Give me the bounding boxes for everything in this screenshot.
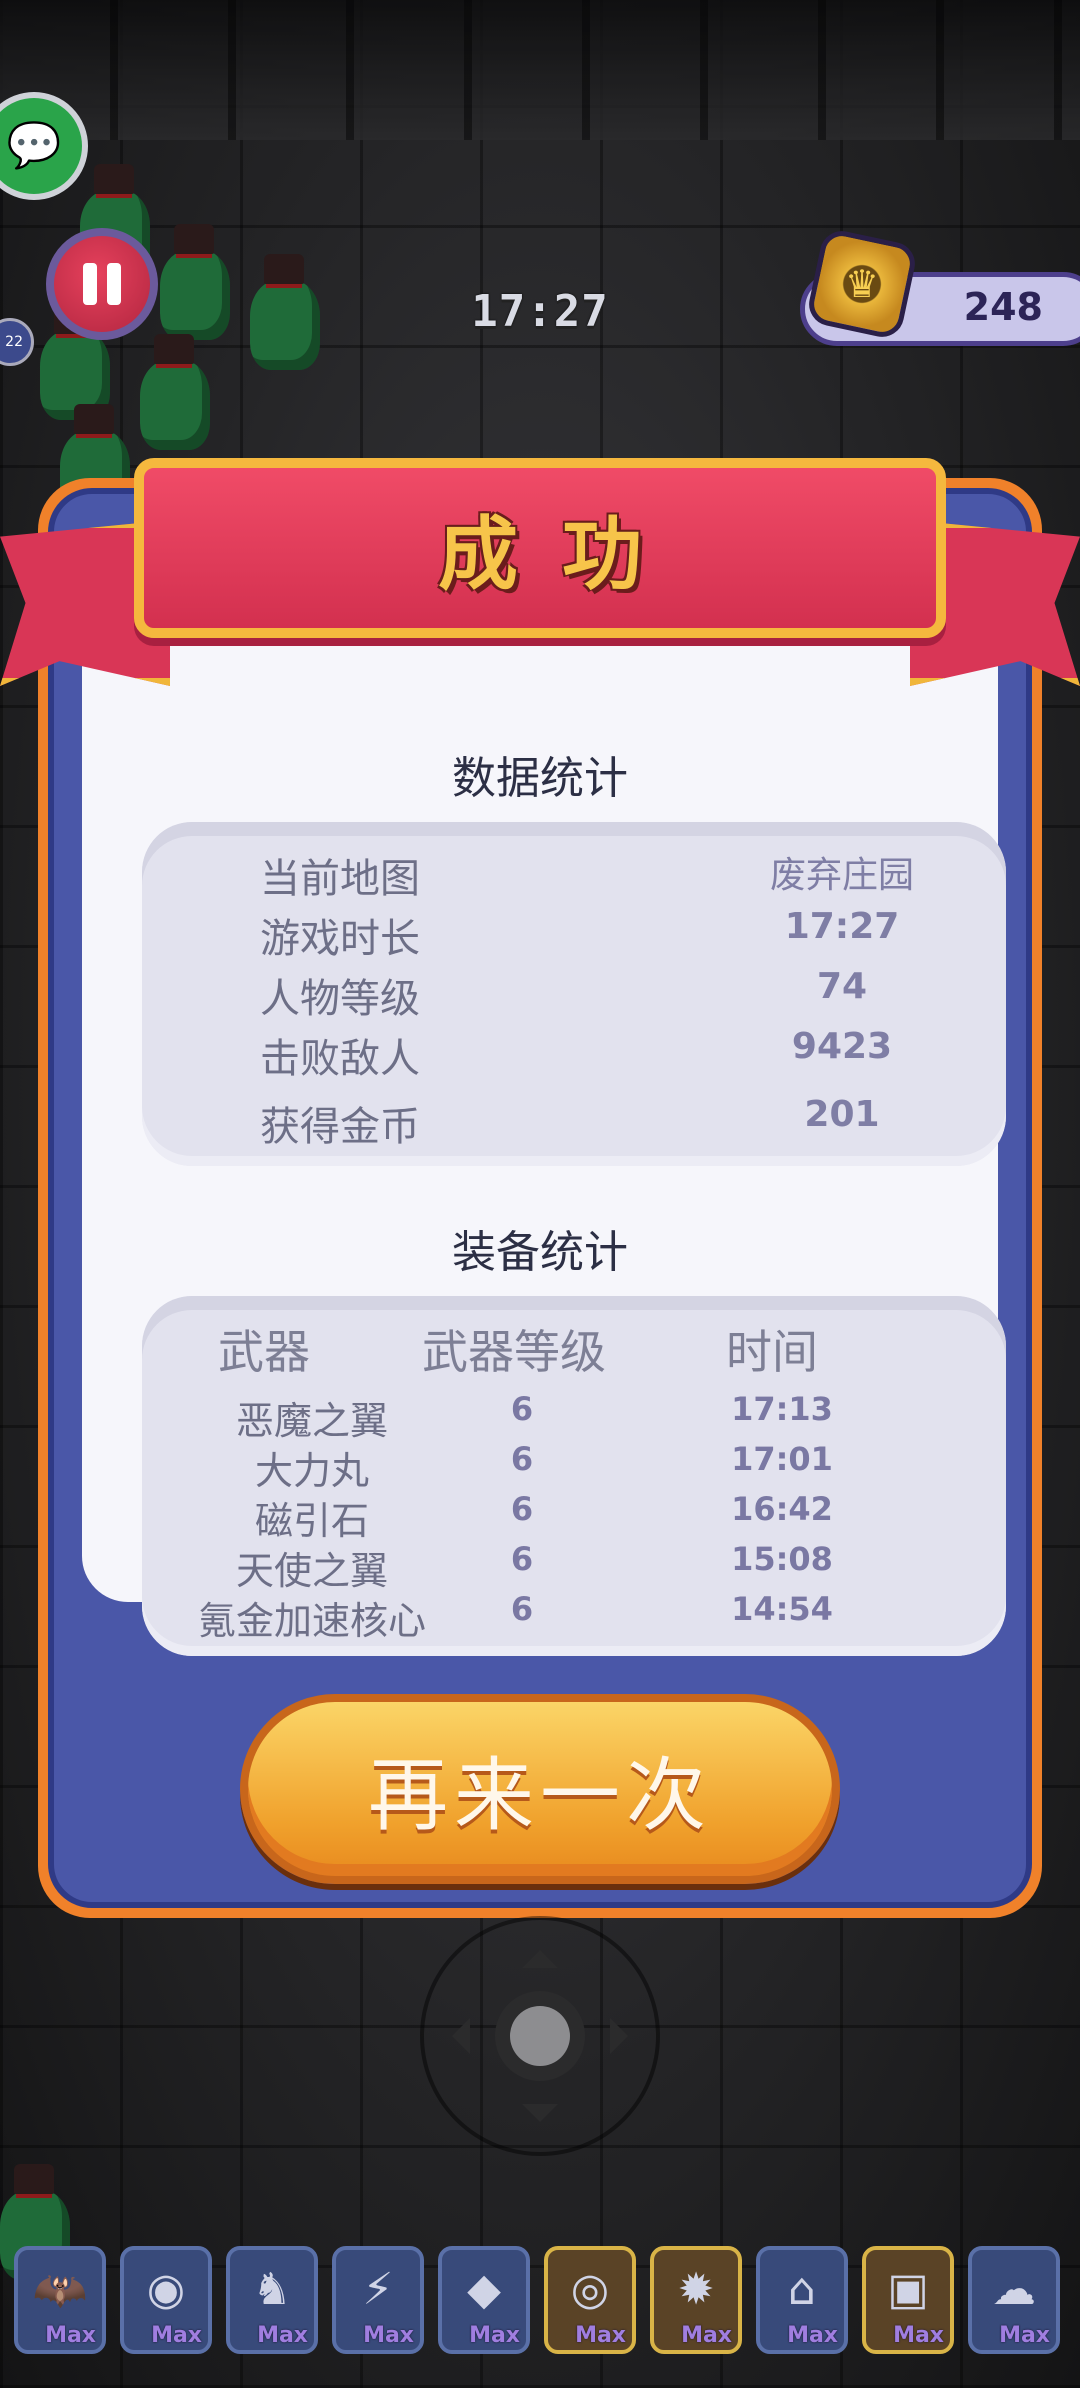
equipment-level: 6	[510, 1590, 534, 1628]
equipment-time: 16:42	[731, 1490, 833, 1528]
stat-label: 当前地图	[260, 856, 420, 902]
equipment-level: 6	[510, 1490, 534, 1528]
skill-slot: 🦇 Max	[14, 2246, 106, 2354]
equipment-row: 天使之翼 6 15:08	[142, 1540, 1006, 1593]
skill-slot: ⌂ Max	[756, 2246, 848, 2354]
gem-icon: ◆	[467, 2264, 501, 2315]
fence-background	[0, 0, 1080, 140]
stat-label: 击败敌人	[260, 1036, 420, 1082]
equipment-section-title: 装备统计	[452, 1227, 628, 1278]
pause-icon	[83, 263, 97, 305]
skill-max-label: Max	[151, 2323, 202, 2348]
equipment-time: 17:13	[731, 1390, 833, 1428]
success-banner: 成功	[134, 458, 946, 638]
stat-value: 17:27	[784, 906, 900, 947]
joystick-arrow-right-icon	[610, 2018, 628, 2054]
stat-label: 获得金币	[260, 1104, 420, 1150]
equipment-row: 恶魔之翼 6 17:13	[142, 1390, 1006, 1443]
skill-slot: ✹ Max	[650, 2246, 742, 2354]
equipment-time: 14:54	[731, 1590, 833, 1628]
joystick-arrow-down-icon	[522, 2104, 558, 2122]
claw-wings-icon: ⚡	[362, 2264, 394, 2315]
equip-header-weapon: 武器	[218, 1325, 310, 1379]
skill-max-label: Max	[787, 2323, 838, 2348]
stat-value: 废弃庄园	[769, 855, 914, 896]
stat-value: 9423	[791, 1026, 893, 1067]
skill-slot: ▣ Max	[862, 2246, 954, 2354]
skill-slot: ◉ Max	[120, 2246, 212, 2354]
skill-bar: 🦇 Max ◉ Max ♞ Max ⚡ Max ◆ Max ◎ Max ✹ Max ⌂ Max ▣ Max ☁ Max	[14, 2246, 1074, 2354]
joystick-arrow-up-icon	[522, 1950, 558, 1968]
skill-max-label: Max	[681, 2323, 732, 2348]
stat-row-duration: 游戏时长 17:27	[142, 906, 1006, 966]
enemy-character	[250, 254, 320, 370]
shield-icon: ✹	[677, 2264, 715, 2315]
beast-icon: ♞	[252, 2264, 292, 2315]
pause-button[interactable]	[46, 228, 158, 340]
equipment-row: 磁引石 6 16:42	[142, 1490, 1006, 1543]
skill-max-label: Max	[575, 2323, 626, 2348]
stat-value: 74	[816, 966, 868, 1007]
play-again-button[interactable]: 再来一次	[240, 1694, 840, 1884]
stats-box: 当前地图 废弃庄园 游戏时长 17:27 人物等级 74 击败敌人 9423 获…	[142, 822, 1006, 1166]
stat-label: 人物等级	[260, 976, 420, 1022]
equipment-row: 大力丸 6 17:01	[142, 1440, 1006, 1493]
equip-header-time: 时间	[726, 1325, 818, 1379]
joystick-arrow-left-icon	[452, 2018, 470, 2054]
stat-row-map: 当前地图 废弃庄园	[142, 846, 1006, 906]
equipment-level: 6	[510, 1390, 534, 1428]
pause-icon	[107, 263, 121, 305]
equipment-level: 6	[510, 1540, 534, 1578]
skill-slot: ☁ Max	[968, 2246, 1060, 2354]
orb-icon: ◉	[146, 2264, 186, 2315]
equip-header-level: 武器等级	[422, 1325, 606, 1379]
equipment-box: 武器 武器等级 时间 恶魔之翼 6 17:13 大力丸 6 17:01 磁引石 …	[142, 1296, 1006, 1656]
crown-coin-icon	[805, 227, 919, 341]
stats-section-title: 数据统计	[452, 753, 628, 804]
result-panel-body: 数据统计 当前地图 废弃庄园 游戏时长 17:27 人物等级 74 击败敌人 9…	[82, 552, 1006, 1656]
stat-label: 游戏时长	[260, 916, 420, 962]
success-title: 成功	[438, 508, 686, 601]
skill-max-label: Max	[45, 2323, 96, 2348]
play-again-label: 再来一次	[368, 1749, 712, 1842]
helmet-icon: ☁	[992, 2264, 1036, 2315]
skill-slot: ♞ Max	[226, 2246, 318, 2354]
skill-slot: ◎ Max	[544, 2246, 636, 2354]
stat-row-level: 人物等级 74	[142, 966, 1006, 1026]
skill-slot: ⚡ Max	[332, 2246, 424, 2354]
stat-row-coins: 获得金币 201	[142, 1094, 1006, 1154]
ring-icon: ◎	[570, 2264, 610, 2315]
equipment-time: 15:08	[731, 1540, 833, 1578]
coin-count: 248	[963, 285, 1043, 329]
skill-max-label: Max	[257, 2323, 308, 2348]
enemy-character	[160, 224, 230, 340]
equipment-row: 氪金加速核心 6 14:54	[142, 1590, 1006, 1643]
skill-slot: ◆ Max	[438, 2246, 530, 2354]
game-timer: 17:27	[471, 286, 609, 337]
boot-icon: ⌂	[788, 2264, 816, 2315]
joystick-knob[interactable]	[495, 1991, 585, 2081]
chest-icon: ▣	[887, 2264, 929, 2315]
chat-bubble-icon: 💬	[6, 120, 62, 171]
stat-value: 201	[804, 1094, 880, 1135]
equipment-time: 17:01	[731, 1440, 833, 1478]
equipment-level: 6	[510, 1440, 534, 1478]
skill-max-label: Max	[363, 2323, 414, 2348]
skill-max-label: Max	[469, 2323, 520, 2348]
demon-wings-icon: 🦇	[32, 2265, 88, 2316]
stat-row-kills: 击败敌人 9423	[142, 1026, 1006, 1086]
skill-max-label: Max	[999, 2323, 1050, 2348]
enemy-character	[140, 334, 210, 450]
skill-max-label: Max	[893, 2323, 944, 2348]
